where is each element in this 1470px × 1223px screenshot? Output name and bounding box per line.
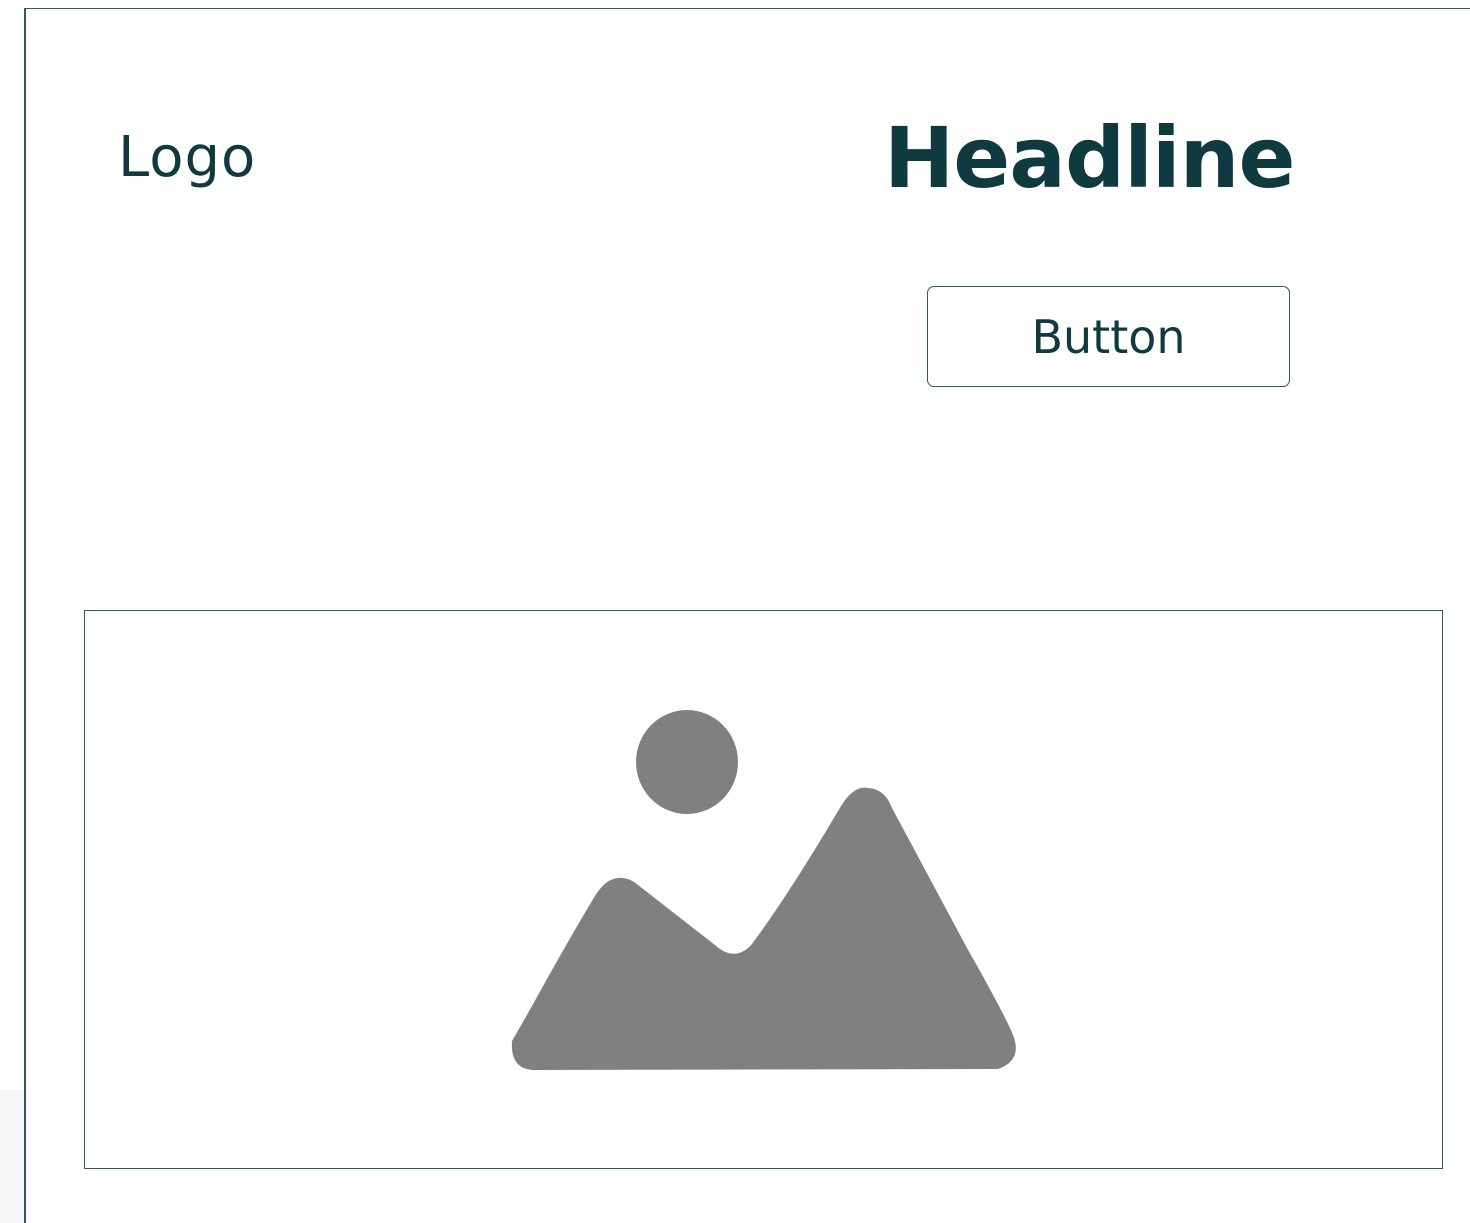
image-placeholder xyxy=(84,610,1443,1169)
headline: Headline xyxy=(884,109,1295,207)
image-placeholder-icon xyxy=(511,710,1016,1071)
logo[interactable]: Logo xyxy=(118,130,256,186)
page: Logo Headline Button xyxy=(0,0,1470,1223)
primary-button[interactable]: Button xyxy=(927,286,1290,387)
left-gutter xyxy=(0,1090,24,1223)
